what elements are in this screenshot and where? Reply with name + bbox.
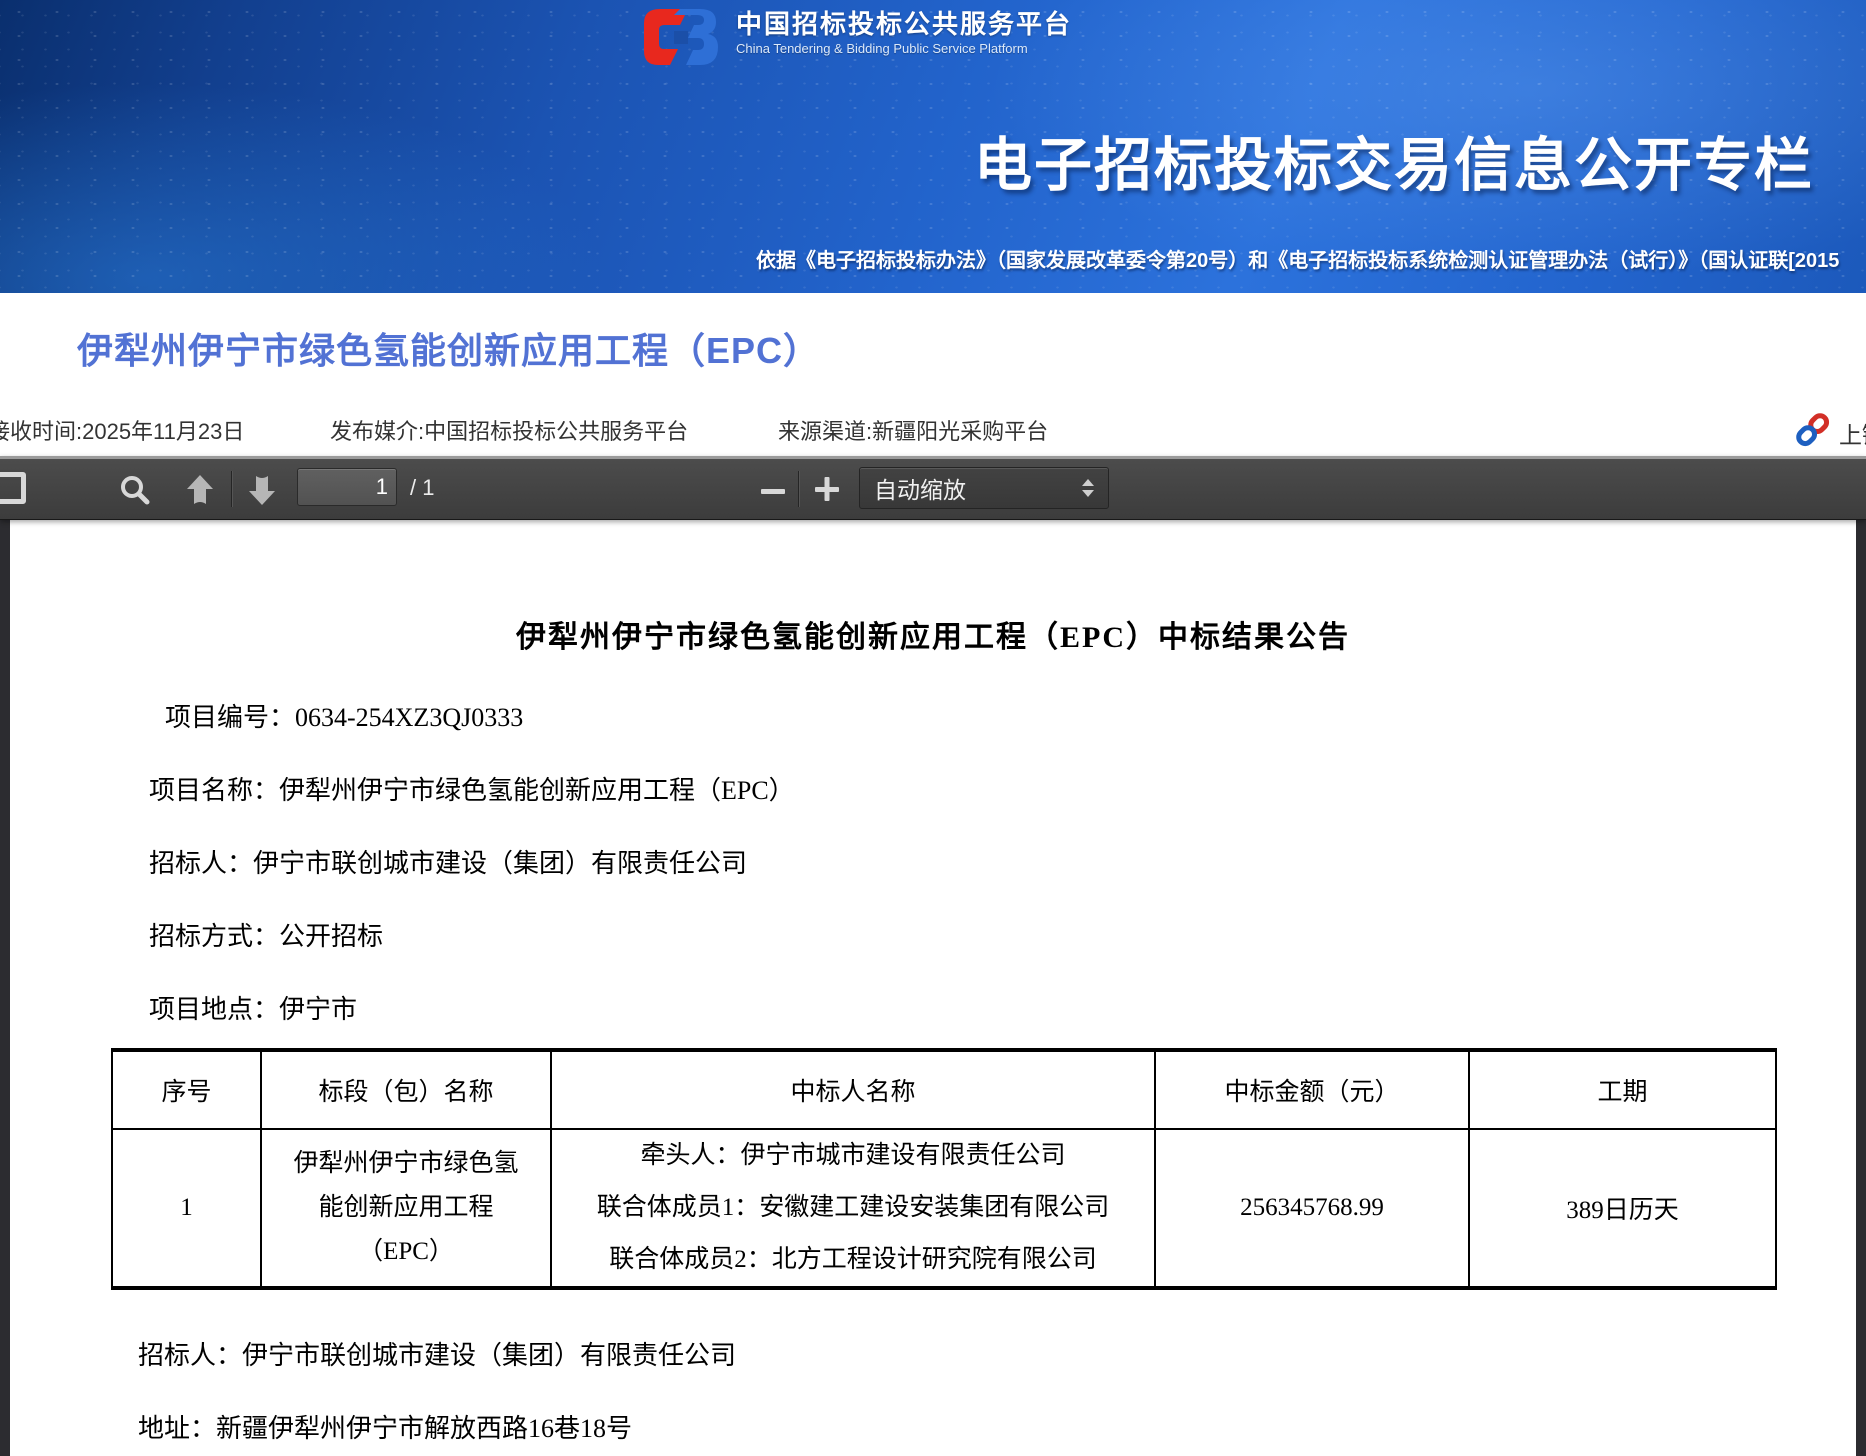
page-number-input[interactable] [297,468,397,506]
field-tender-method: 招标方式：公开招标 [149,916,383,953]
logo-text: 中国招标投标公共服务平台 China Tendering & Bidding P… [736,8,1072,57]
search-icon[interactable] [117,473,153,514]
pdf-page: 伊犁州伊宁市绿色氢能创新应用工程（EPC）中标结果公告 项目编号：0634-25… [10,520,1856,1456]
field-project-number: 项目编号：0634-254XZ3QJ0333 [165,697,523,734]
meta-receive-time: 接收时间:2025年11月23日 [0,414,244,446]
banner-notice: 依据《电子招标投标办法》（国家发展改革委令第20号）和《电子招标投标系统检测认证… [756,244,1839,273]
toolbar-separator [798,471,799,507]
field-project-location: 项目地点：伊宁市 [149,989,357,1026]
winner-leader: 牵头人：伊宁市城市建设有限责任公司 [552,1130,1154,1182]
field-tenderer: 招标人：伊宁市联创城市建设（集团）有限责任公司 [149,843,747,880]
header-section-name: 标段（包）名称 [261,1050,551,1129]
zoom-select[interactable]: 自动缩放 [859,467,1109,509]
chain-link-icon [1795,410,1831,456]
article-meta: 接收时间:2025年11月23日 发布媒介:中国招标投标公共服务平台 来源渠道:… [0,414,1866,448]
footer-tenderer: 招标人：伊宁市联创城市建设（集团）有限责任公司 [138,1335,736,1372]
pdf-viewer-area[interactable]: 伊犁州伊宁市绿色氢能创新应用工程（EPC）中标结果公告 项目编号：0634-25… [0,520,1866,1456]
header-seq: 序号 [112,1050,261,1129]
cell-duration: 389日历天 [1469,1129,1776,1288]
previous-page-button[interactable] [182,473,218,512]
cell-seq: 1 [112,1129,261,1288]
field-project-name: 项目名称：伊犁州伊宁市绿色氢能创新应用工程（EPC） [149,770,795,807]
next-page-button[interactable] [244,473,280,512]
winner-member-1: 联合体成员1：安徽建工建设安装集团有限公司 [552,1182,1154,1234]
bid-result-table: 序号 标段（包）名称 中标人名称 中标金额（元） 工期 1 伊犁州伊宁市绿色氢 … [111,1048,1777,1290]
header-winner-name: 中标人名称 [551,1050,1155,1129]
section-line: 伊犁州伊宁市绿色氢 [262,1142,550,1186]
cell-winner-name: 牵头人：伊宁市城市建设有限责任公司 联合体成员1：安徽建工建设安装集团有限公司 … [551,1129,1155,1288]
pdf-toolbar: / 1 自动缩放 [0,456,1866,520]
cell-bid-amount: 256345768.99 [1155,1129,1469,1288]
viewer-right-edge [1856,520,1866,1456]
logo-subtitle: China Tendering & Bidding Public Service… [736,40,1072,57]
logo-title: 中国招标投标公共服务平台 [736,8,1072,40]
footer-address: 地址：新疆伊犁州伊宁市解放西路16巷18号 [138,1408,632,1445]
section-line: （EPC） [262,1230,550,1274]
platform-logo: 中国招标投标公共服务平台 China Tendering & Bidding P… [630,8,1072,71]
page: 中国招标投标公共服务平台 China Tendering & Bidding P… [0,0,1866,1456]
site-banner: 中国招标投标公共服务平台 China Tendering & Bidding P… [0,0,1866,293]
banner-headline: 电子招标投标交易信息公开专栏 [974,118,1814,202]
chain-verify-link[interactable]: 上链 [1795,410,1866,456]
zoom-out-button[interactable] [758,479,788,508]
toolbar-separator [231,471,232,507]
meta-source-channel: 来源渠道:新疆阳光采购平台 [778,414,1048,446]
page-count-label: / 1 [410,475,434,501]
viewer-left-edge [0,520,10,1456]
header-duration: 工期 [1469,1050,1776,1129]
winner-member-2: 联合体成员2：北方工程设计研究院有限公司 [552,1234,1154,1286]
announcement-title: 伊犁州伊宁市绿色氢能创新应用工程（EPC）中标结果公告 [10,612,1856,656]
logo-icon [630,8,722,71]
meta-publish-media: 发布媒介:中国招标投标公共服务平台 [330,414,688,446]
zoom-select-value: 自动缩放 [874,471,1080,505]
header-bid-amount: 中标金额（元） [1155,1050,1469,1129]
select-arrows-icon [1080,477,1096,499]
sidebar-toggle-button[interactable] [0,472,26,504]
chain-link-label: 上链 [1839,416,1866,450]
cell-section-name: 伊犁州伊宁市绿色氢 能创新应用工程 （EPC） [261,1129,551,1288]
zoom-in-button[interactable] [810,469,844,516]
table-header-row: 序号 标段（包）名称 中标人名称 中标金额（元） 工期 [112,1050,1776,1129]
section-line: 能创新应用工程 [262,1186,550,1230]
table-row: 1 伊犁州伊宁市绿色氢 能创新应用工程 （EPC） 牵头人：伊宁市城市建设有限责… [112,1129,1776,1288]
article-title: 伊犁州伊宁市绿色氢能创新应用工程（EPC） [77,322,820,374]
